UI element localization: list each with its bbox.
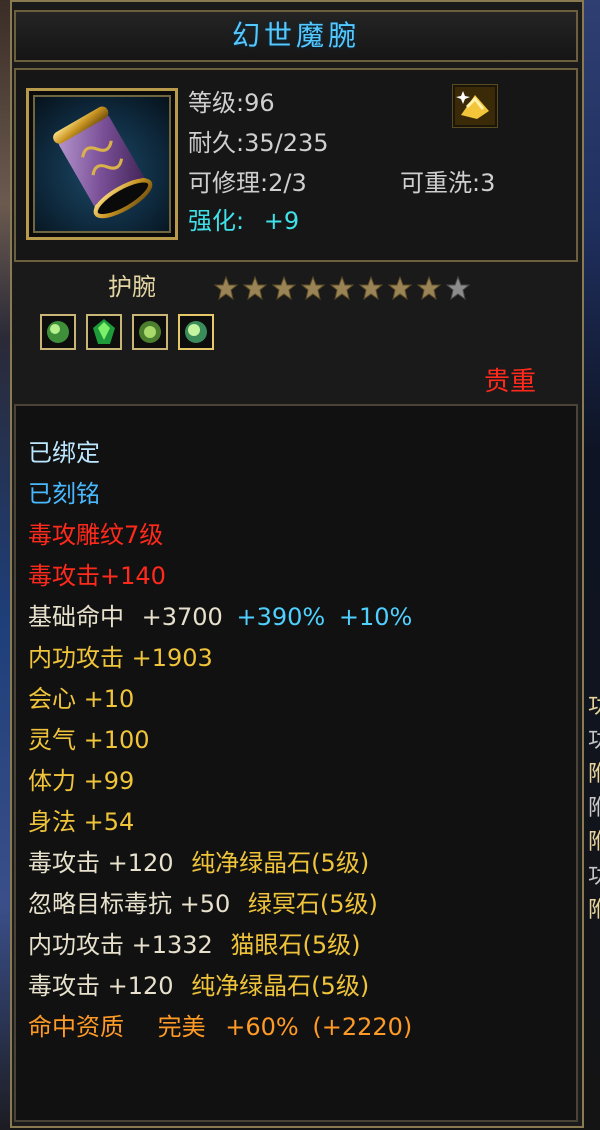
enhance-label: 强化: bbox=[188, 207, 245, 235]
background-glyph: 附 bbox=[588, 762, 600, 787]
star-filled-icon bbox=[272, 276, 296, 300]
spirit: 灵气 +100 bbox=[28, 726, 150, 754]
green-crystal-icon bbox=[93, 319, 115, 344]
gem-line-3: 内功攻击 +1332 猫眼石(5级) bbox=[28, 928, 360, 962]
gem-slot-4[interactable] bbox=[178, 314, 214, 350]
gem-name: 猫眼石(5级) bbox=[230, 931, 361, 959]
green-crystal-icon bbox=[185, 321, 207, 343]
gem-stat: 毒攻击 +120 bbox=[28, 849, 174, 877]
background-glyph: 功 bbox=[588, 694, 600, 719]
item-repairable: 可修理:2/3 bbox=[188, 169, 307, 197]
star-filled-icon bbox=[417, 276, 441, 300]
item-level: 等级:96 bbox=[188, 89, 275, 117]
background-glyph: 附 bbox=[588, 796, 600, 821]
star-filled-icon bbox=[388, 276, 412, 300]
gem-name: 纯净绿晶石(5级) bbox=[191, 849, 370, 877]
precious-tag: 贵重 bbox=[484, 367, 537, 397]
star-filled-icon bbox=[359, 276, 383, 300]
background-panel-glyphs: 功 功 附 附 附 功 附 bbox=[584, 690, 600, 928]
star-empty-icon bbox=[446, 276, 470, 300]
gem-stat: 毒攻击 +120 bbox=[28, 972, 174, 1000]
gem-line-4: 毒攻击 +120 纯净绿晶石(5级) bbox=[28, 969, 369, 1003]
gem-stat: 内功攻击 +1332 bbox=[28, 931, 213, 959]
item-enhance: 强化: +9 bbox=[188, 206, 299, 236]
background-glyph: 附 bbox=[588, 830, 600, 855]
enhance-value: +9 bbox=[263, 207, 300, 235]
base-hit-percent: +390% bbox=[236, 603, 326, 631]
agility: 身法 +54 bbox=[28, 808, 135, 836]
aptitude-percent: +60% bbox=[225, 1013, 299, 1041]
star-filled-icon bbox=[301, 276, 325, 300]
sparkle-badge-icon[interactable] bbox=[452, 84, 498, 128]
aptitude-bonus: (+2220) bbox=[312, 1013, 413, 1041]
background-glyph: 附 bbox=[588, 898, 600, 923]
gem-slot-2[interactable] bbox=[86, 314, 122, 350]
aptitude-label: 命中资质 bbox=[28, 1013, 124, 1041]
item-durability: 耐久:35/235 bbox=[188, 129, 329, 157]
gem-line-2: 忽略目标毒抗 +50 绿冥石(5级) bbox=[28, 887, 378, 921]
poison-carving: 毒攻雕纹7级 bbox=[28, 521, 164, 549]
item-rewashable: 可重洗:3 bbox=[400, 169, 496, 197]
gem-slot-3[interactable] bbox=[132, 314, 168, 350]
item-slot-type: 护腕 bbox=[108, 273, 156, 301]
aptitude-line: 命中资质 完美 +60% (+2220) bbox=[28, 1010, 412, 1044]
background-glyph: 功 bbox=[588, 864, 600, 889]
engraved-status: 已刻铭 bbox=[28, 480, 100, 508]
stamina: 体力 +99 bbox=[28, 767, 135, 795]
green-crystal-icon bbox=[47, 321, 69, 343]
star-filled-icon bbox=[330, 276, 354, 300]
aptitude-grade: 完美 bbox=[157, 1013, 206, 1041]
base-hit-value: +3700 bbox=[141, 603, 223, 631]
gem-name: 纯净绿晶石(5级) bbox=[191, 972, 370, 1000]
crit: 会心 +10 bbox=[28, 685, 135, 713]
star-filled-icon bbox=[214, 276, 238, 300]
gem-slot-1[interactable] bbox=[40, 314, 76, 350]
item-title-bar: 幻世魔腕 bbox=[14, 10, 578, 62]
base-hit-label: 基础命中 bbox=[28, 603, 124, 631]
background-scene-right bbox=[584, 0, 600, 1130]
bracer-icon bbox=[33, 95, 171, 233]
gem-line-1: 毒攻击 +120 纯净绿晶石(5级) bbox=[28, 846, 369, 880]
gem-stat: 忽略目标毒抗 +50 bbox=[28, 890, 231, 918]
base-hit-line: 基础命中 +3700 +390% +10% bbox=[28, 600, 412, 634]
item-icon-frame[interactable] bbox=[26, 88, 178, 240]
base-hit-percent-extra: +10% bbox=[338, 603, 413, 631]
bound-status: 已绑定 bbox=[28, 439, 100, 467]
star-filled-icon bbox=[243, 276, 267, 300]
inner-attack: 内功攻击 +1903 bbox=[28, 644, 213, 672]
item-name: 幻世魔腕 bbox=[231, 19, 360, 52]
poison-attack-bonus: 毒攻击+140 bbox=[28, 562, 166, 590]
green-crystal-icon bbox=[139, 321, 161, 343]
background-glyph: 功 bbox=[588, 728, 600, 753]
gem-name: 绿冥石(5级) bbox=[247, 890, 378, 918]
background-scene-left bbox=[0, 0, 10, 1130]
